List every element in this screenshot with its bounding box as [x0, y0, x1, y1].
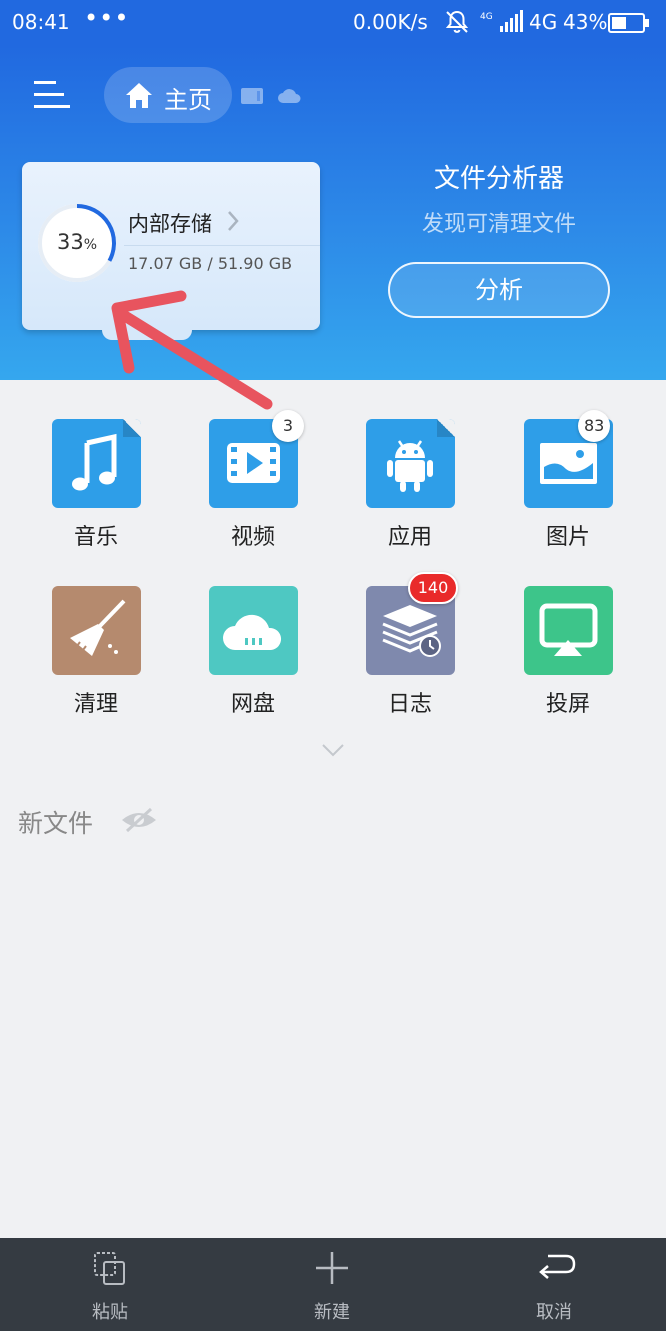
category-label: 应用 [387, 525, 432, 550]
home-icon [124, 81, 154, 113]
video-count-badge: 3 [272, 410, 304, 442]
cloud-drive-tile [209, 586, 298, 675]
storage-usage-gauge: 33% [34, 200, 120, 286]
category-label: 日志 [387, 692, 432, 717]
signal-icon: 4G [480, 10, 526, 39]
category-images[interactable]: 83 图片 [508, 410, 628, 569]
paste-button[interactable]: 粘贴 [30, 1238, 190, 1331]
undo-icon [539, 1254, 576, 1279]
category-label: 视频 [230, 525, 275, 550]
chevron-right-icon [226, 210, 240, 236]
plus-icon [316, 1252, 348, 1284]
category-video[interactable]: 3 视频 [193, 410, 313, 569]
clean-tile [52, 586, 141, 675]
log-count-badge: 140 [408, 572, 458, 604]
status-battery-pct: 43% [563, 10, 608, 34]
cloud-small-icon[interactable] [276, 85, 302, 109]
cast-icon [539, 603, 598, 656]
category-label: 网盘 [230, 692, 275, 717]
status-net-speed: 0.00K/s [353, 10, 428, 34]
battery-icon [608, 12, 650, 39]
status-bar: 08:41 ••• 0.00K/s 4G 4G 43% [0, 0, 666, 46]
home-tab[interactable]: 主页 [104, 67, 232, 123]
menu-icon [34, 81, 70, 108]
storage-divider [124, 245, 320, 246]
bell-muted-icon [444, 9, 470, 40]
analyzer-title: 文件分析器 [433, 164, 564, 194]
cast-tile [524, 586, 613, 675]
storage-size: 17.07 GB / 51.90 GB [128, 254, 293, 273]
status-time: 08:41 [12, 10, 70, 34]
new-files-label: 新文件 [18, 809, 94, 838]
new-button[interactable]: 新建 [252, 1238, 412, 1331]
storage-percent: 33% [56, 230, 98, 254]
paste-label: 粘贴 [92, 1302, 128, 1323]
status-more-dots: ••• [84, 4, 130, 32]
cancel-button[interactable]: 取消 [474, 1238, 634, 1331]
apps-tile [366, 419, 455, 508]
category-apps[interactable]: 应用 [350, 419, 470, 569]
storage-title: 内部存储 [128, 212, 212, 236]
music-tile [52, 419, 141, 508]
category-label: 图片 [545, 525, 590, 550]
eye-hidden-icon[interactable] [120, 806, 158, 838]
paste-icon [94, 1252, 125, 1285]
analyzer-subtitle: 发现可清理文件 [421, 212, 576, 237]
cancel-label: 取消 [536, 1302, 572, 1323]
category-clean[interactable]: 清理 [36, 586, 156, 736]
category-log[interactable]: 140 日志 [350, 572, 470, 736]
status-network: 4G [529, 10, 558, 34]
expand-chevron-icon[interactable] [321, 742, 345, 762]
signal-type-text: 4G [480, 12, 493, 22]
broom-icon [70, 599, 126, 656]
category-label: 投屏 [545, 692, 590, 717]
category-label: 清理 [73, 692, 118, 717]
category-cast[interactable]: 投屏 [508, 586, 628, 736]
cloud-icon [223, 614, 282, 650]
bottom-toolbar: 粘贴 新建 取消 [0, 1238, 666, 1331]
home-label: 主页 [164, 86, 212, 114]
analyze-button[interactable]: 分析 [388, 262, 610, 318]
category-label: 音乐 [73, 525, 118, 550]
category-music[interactable]: 音乐 [36, 419, 156, 569]
sd-card-icon[interactable] [240, 86, 264, 110]
menu-button[interactable] [32, 80, 70, 110]
new-label: 新建 [314, 1302, 350, 1323]
category-cloud-drive[interactable]: 网盘 [193, 586, 313, 736]
red-arrow-annotation [111, 290, 273, 410]
